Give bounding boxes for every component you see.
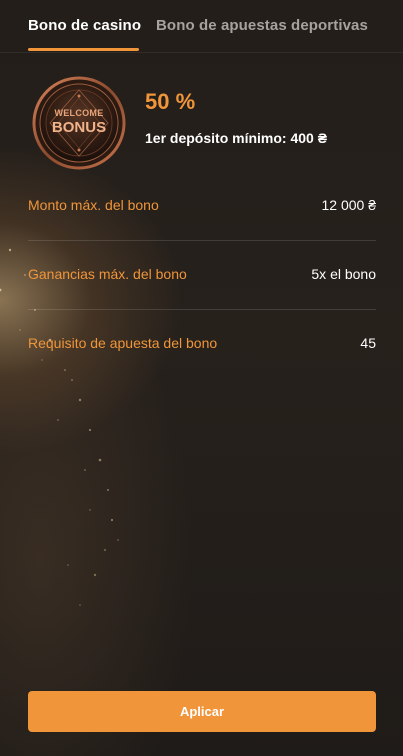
tab-sports-bonus[interactable]: Bono de apuestas deportivas [156,17,368,34]
detail-row-wagering: Requisito de apuesta del bono 45 [28,335,376,355]
tab-casino-bonus[interactable]: Bono de casino [28,17,141,34]
welcome-bonus-badge: WELCOME BONUS [32,76,126,170]
detail-row-max-amount: Monto máx. del bono 12 000 ₴ [28,197,376,217]
apply-button[interactable]: Aplicar [28,691,376,732]
badge-text-bottom: BONUS [52,119,106,136]
divider [28,240,376,241]
detail-value: 45 [360,335,376,351]
bonus-page: Bono de casino Bono de apuestas deportiv… [0,0,403,756]
detail-value: 5x el bono [311,266,376,282]
badge-text-top: WELCOME [54,108,103,118]
bonus-percent: 50 % [145,89,196,114]
detail-label: Requisito de apuesta del bono [28,335,218,351]
detail-label: Ganancias máx. del bono [28,266,187,282]
divider [28,309,376,310]
detail-row-max-winnings: Ganancias máx. del bono 5x el bono [28,266,376,286]
detail-label: Monto máx. del bono [28,197,159,213]
detail-value: 12 000 ₴ [321,197,377,213]
bonus-tabs: Bono de casino Bono de apuestas deportiv… [0,0,403,53]
min-deposit-text: 1er depósito mínimo: 400 ₴ [145,130,328,146]
active-tab-indicator [28,48,139,51]
